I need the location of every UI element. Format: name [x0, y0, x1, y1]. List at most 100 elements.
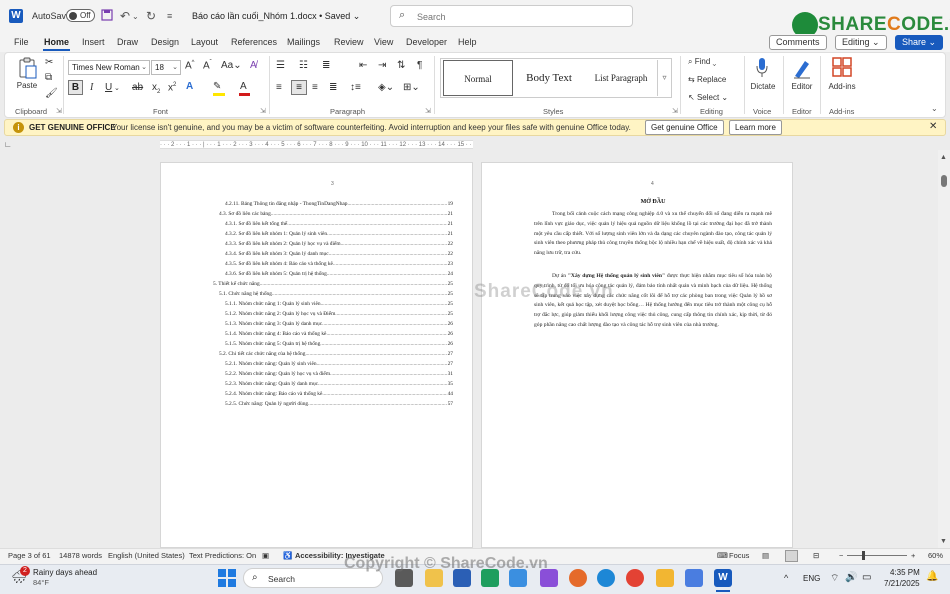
bullets-icon[interactable]: ☰ [276, 60, 285, 71]
paste-label[interactable]: Paste [16, 81, 38, 90]
multilevel-list-icon[interactable]: ≣ [322, 60, 330, 71]
clipboard-launcher-icon[interactable]: ⇲ [56, 107, 62, 115]
align-right-icon[interactable]: ≡ [312, 82, 318, 93]
increase-indent-icon[interactable]: ⇥ [378, 60, 386, 71]
get-genuine-office-button[interactable]: Get genuine Office [645, 120, 724, 135]
zoom-in-icon[interactable]: + [911, 551, 915, 560]
strikethrough-icon[interactable]: ab [132, 82, 143, 93]
select-button[interactable]: ↖ Select ⌄ [688, 93, 728, 102]
customize-toolbar-icon[interactable]: ≡ [167, 11, 172, 21]
styles-more-icon[interactable]: ▿ [657, 60, 671, 96]
editing-mode-button[interactable]: Editing ⌄ [835, 35, 887, 50]
tab-draw[interactable]: Draw [117, 37, 138, 47]
zoom-level[interactable]: 60% [928, 551, 943, 560]
weather-title[interactable]: Rainy days ahead [33, 568, 97, 577]
align-center-icon[interactable]: ≡ [291, 80, 307, 95]
tab-mailings[interactable]: Mailings [287, 37, 320, 47]
italic-icon[interactable]: I [90, 82, 93, 93]
collapse-ribbon-icon[interactable]: ⌄ [931, 104, 938, 113]
search-box[interactable]: ⌕ [390, 5, 633, 27]
font-size-combo[interactable]: 18 ⌄ [151, 60, 181, 75]
clock-time[interactable]: 4:35 PM [890, 568, 920, 577]
horizontal-ruler[interactable]: · · · 2 · · · 1 · · · | · · · 1 · · · 2 … [160, 140, 473, 149]
toc-entry[interactable]: 5.1.5. Nhóm chức năng 5: Quản trị hệ thố… [213, 339, 453, 349]
undo-dropdown-icon[interactable]: ⌄ [132, 12, 139, 21]
toc-entry[interactable]: 5.1. Chức năng hệ thống 25 [213, 289, 453, 299]
tab-layout[interactable]: Layout [191, 37, 218, 47]
justify-icon[interactable]: ≣ [329, 82, 337, 93]
web-layout-icon[interactable]: ⊟ [813, 551, 819, 560]
scroll-up-icon[interactable]: ▲ [940, 154, 947, 161]
folder-icon[interactable] [656, 569, 674, 587]
line-spacing-icon[interactable]: ↕≡ [350, 82, 361, 93]
toc-entry[interactable]: 5.2.2. Nhóm chức năng: Quản lý học vụ và… [213, 369, 453, 379]
macro-record-icon[interactable]: ▣ [262, 551, 269, 560]
search-input[interactable] [417, 9, 617, 24]
toc-entry[interactable]: 5.2.1. Nhóm chức năng: Quản lý sinh viên… [213, 359, 453, 369]
editor-icon[interactable] [792, 57, 812, 81]
volume-icon[interactable]: 🔊 [845, 572, 857, 583]
app-icon-4[interactable] [569, 569, 587, 587]
vertical-scrollbar[interactable] [938, 150, 950, 548]
save-icon[interactable] [101, 9, 113, 24]
style-normal[interactable]: Normal [443, 60, 513, 96]
show-hidden-icons-icon[interactable]: ^ [784, 573, 788, 583]
find-button[interactable]: ⌕ Find ⌄ [688, 57, 716, 67]
tab-selector-icon[interactable]: ∟ [4, 140, 12, 149]
windows-start-icon[interactable] [218, 569, 236, 589]
language-status[interactable]: English (United States) [108, 551, 185, 560]
learn-more-button[interactable]: Learn more [729, 120, 782, 135]
word-taskbar-icon[interactable]: W [714, 569, 732, 587]
page-count[interactable]: Page 3 of 61 [8, 551, 51, 560]
addins-label[interactable]: Add-ins [824, 82, 860, 91]
shrink-font-icon[interactable]: Aˇ [203, 60, 212, 71]
toc-entry[interactable]: 5.1.4. Nhóm chức năng 4: Báo cáo và thốn… [213, 329, 453, 339]
tab-developer[interactable]: Developer [406, 37, 447, 47]
app-icon-5[interactable] [685, 569, 703, 587]
document-title[interactable]: Báo cáo lần cuối_Nhóm 1.docx • Saved ⌄ [192, 11, 360, 22]
share-button[interactable]: Share ⌄ [895, 35, 943, 50]
tab-review[interactable]: Review [334, 37, 364, 47]
superscript-icon[interactable]: x2 [168, 82, 176, 93]
chrome-icon[interactable] [626, 569, 644, 587]
battery-icon[interactable]: ▭ [862, 572, 871, 583]
font-color-icon[interactable]: A [240, 81, 247, 92]
wifi-icon[interactable]: ⌔ [830, 572, 839, 585]
style-body-text[interactable]: Body Text [515, 60, 583, 96]
notifications-icon[interactable]: 🔔 [926, 571, 938, 582]
redo-icon[interactable]: ↻ [146, 9, 156, 23]
tab-view[interactable]: View [374, 37, 393, 47]
clear-formatting-icon[interactable]: A̸ [250, 60, 257, 71]
toc-entry[interactable]: 5.2.5. Chức năng: Quản lý người dùng 57 [213, 399, 453, 409]
numbering-icon[interactable]: ☷ [299, 60, 308, 71]
tab-insert[interactable]: Insert [82, 37, 105, 47]
text-effects-icon[interactable]: A [186, 81, 193, 92]
tab-home[interactable]: Home [44, 37, 69, 47]
decrease-indent-icon[interactable]: ⇤ [359, 60, 367, 71]
borders-icon[interactable]: ⊞⌄ [403, 82, 420, 93]
addins-icon[interactable] [832, 57, 852, 79]
toc-entry[interactable]: 4.3.6. Sơ đồ liên kết nhóm 5: Quản trị h… [213, 269, 453, 279]
font-launcher-icon[interactable]: ⇲ [260, 107, 266, 115]
underline-dropdown-icon[interactable]: ⌄ [114, 84, 120, 92]
change-case-icon[interactable]: Aa⌄ [221, 60, 242, 71]
read-mode-icon[interactable]: ▤ [762, 551, 769, 560]
undo-icon[interactable]: ↶ [120, 9, 130, 23]
toc-entry[interactable]: 5.1.3. Nhóm chức năng 3: Quản lý danh mụ… [213, 319, 453, 329]
subscript-icon[interactable]: x2 [152, 82, 160, 95]
tab-design[interactable]: Design [151, 37, 179, 47]
toc-entry[interactable]: 4.3.3. Sơ đồ liên kết nhóm 2: Quản lý họ… [213, 239, 453, 249]
input-language[interactable]: ENG [803, 574, 820, 583]
toc-entry[interactable]: 5. Thiết kế chức năng 25 [213, 279, 453, 289]
shading-icon[interactable]: ◈⌄ [378, 82, 394, 93]
text-predictions-status[interactable]: Text Predictions: On [189, 551, 256, 560]
toc-entry[interactable]: 4.2.11. Bảng Thông tin đăng nhập - Thong… [213, 199, 453, 209]
cut-icon[interactable]: ✂ [45, 57, 53, 68]
scrollbar-thumb[interactable] [941, 175, 947, 187]
highlight-icon[interactable]: ✎ [213, 81, 221, 92]
scroll-down-icon[interactable]: ▼ [940, 538, 947, 545]
bold-icon[interactable]: B [68, 80, 83, 95]
tab-help[interactable]: Help [458, 37, 477, 47]
toc-entry[interactable]: 4.3.5. Sơ đồ liên kết nhóm 4: Báo cáo và… [213, 259, 453, 269]
paste-icon[interactable] [18, 57, 38, 81]
